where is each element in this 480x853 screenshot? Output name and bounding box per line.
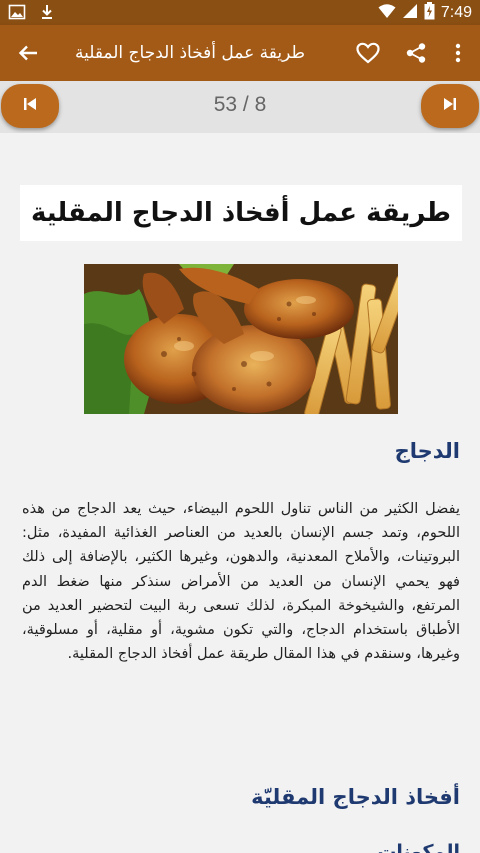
back-arrow-icon[interactable] — [14, 39, 42, 67]
page-indicator: 53 / 8 — [213, 93, 267, 116]
skip-next-icon — [441, 95, 459, 117]
section-heading-fried-thighs: أفخاذ الدجاج المقليّة — [251, 785, 460, 809]
status-time: 7:49 — [440, 4, 472, 21]
image-icon — [8, 3, 26, 25]
next-page-button[interactable] — [421, 84, 479, 128]
section-paragraph-chicken: يفضل الكثير من الناس تناول اللحوم البيضا… — [22, 501, 460, 663]
more-vert-icon[interactable] — [444, 39, 472, 67]
heart-icon[interactable] — [354, 39, 382, 67]
pager-bar: 53 / 8 — [0, 81, 480, 133]
battery-icon — [424, 2, 435, 24]
app-bar-title: طريقة عمل أفخاذ الدجاج المقلية — [74, 43, 306, 63]
status-bar: 7:49 — [0, 0, 480, 25]
download-icon — [38, 3, 56, 25]
article-content[interactable]: طريقة عمل أفخاذ الدجاج المقلية الدجاج يف… — [0, 133, 480, 853]
app-bar: طريقة عمل أفخاذ الدجاج المقلية — [0, 25, 480, 81]
section-heading-ingredients: المكونات — [377, 841, 460, 853]
section-heading-chicken: الدجاج — [394, 439, 460, 463]
wifi-icon — [378, 3, 396, 23]
chicken-photo — [84, 264, 398, 414]
article-title: طريقة عمل أفخاذ الدجاج المقلية — [30, 198, 452, 228]
signal-icon — [402, 3, 418, 23]
share-icon[interactable] — [402, 39, 430, 67]
article-title-box: طريقة عمل أفخاذ الدجاج المقلية — [20, 185, 462, 241]
